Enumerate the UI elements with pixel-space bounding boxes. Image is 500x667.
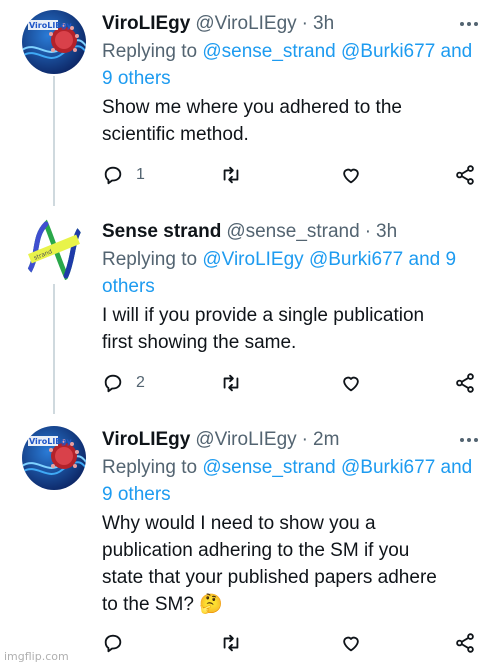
- avatar[interactable]: ViroLIEgy: [22, 426, 86, 490]
- user-handle[interactable]: @sense_strand: [226, 221, 359, 243]
- timestamp[interactable]: 2m: [313, 429, 339, 451]
- avatar-virus-image: ViroLIEgy: [22, 10, 86, 74]
- share-icon: [456, 633, 474, 653]
- reply-count: 1: [136, 166, 145, 183]
- tweet-text: Why would I need to show you a publicati…: [102, 510, 492, 618]
- tweet-header: ViroLIEgy @ViroLIEgy · 3h: [102, 10, 480, 38]
- replying-to-links[interactable]: @sense_strand @Burki677 and: [202, 457, 472, 478]
- retweet-button[interactable]: [220, 372, 242, 394]
- retweet-icon: [223, 166, 239, 184]
- tweet[interactable]: ViroLIEgy ViroLIEgy @ViroLIEgy · 3h Repl…: [0, 10, 500, 190]
- user-handle[interactable]: @ViroLIEgy: [195, 429, 296, 451]
- timestamp[interactable]: 3h: [313, 13, 334, 35]
- like-button[interactable]: [340, 632, 362, 654]
- reply-button[interactable]: 2: [102, 372, 145, 394]
- separator-dot: ·: [301, 13, 308, 34]
- more-options-icon[interactable]: [460, 14, 478, 34]
- tweet[interactable]: ViroLIEgy ViroLIEgy @ViroLIEgy · 2m Repl…: [0, 426, 500, 661]
- user-handle[interactable]: @ViroLIEgy: [195, 13, 296, 35]
- tweet-header: ViroLIEgy @ViroLIEgy · 2m: [102, 426, 480, 454]
- tweet-header: Sense strand @sense_strand · 3h: [102, 218, 480, 246]
- tweet-text-line: to the SM? 🤔: [102, 594, 223, 615]
- replying-to: Replying to @ViroLIEgy @Burki677 and 9 o…: [102, 246, 487, 300]
- watermark: imgflip.com: [4, 650, 69, 663]
- replying-prefix: Replying to: [102, 41, 198, 62]
- reply-button[interactable]: [102, 632, 136, 654]
- tweet-text-line: scientific method.: [102, 124, 249, 145]
- share-button[interactable]: [454, 164, 476, 186]
- separator-dot: ·: [301, 429, 308, 450]
- svg-text:ViroLIEgy: ViroLIEgy: [29, 437, 73, 446]
- tweet-actions: 2: [102, 372, 480, 398]
- replying-prefix: Replying to: [102, 457, 198, 478]
- display-name[interactable]: ViroLIEgy: [102, 13, 190, 35]
- replying-to: Replying to @sense_strand @Burki677 and …: [102, 454, 487, 508]
- replying-to: Replying to @sense_strand @Burki677 and …: [102, 38, 487, 92]
- avatar[interactable]: strand: [22, 218, 86, 282]
- replying-to-others[interactable]: others: [102, 276, 155, 297]
- retweet-icon: [223, 634, 239, 652]
- tweet-text: I will if you provide a single publicati…: [102, 302, 482, 356]
- tweet-text-line: publication adhering to the SM if you: [102, 540, 410, 561]
- tweet[interactable]: strand Sense strand @sense_strand · 3h R…: [0, 218, 500, 398]
- share-button[interactable]: [454, 632, 476, 654]
- heart-icon: [343, 636, 359, 652]
- avatar[interactable]: ViroLIEgy: [22, 10, 86, 74]
- tweet-text-line: I will if you provide a single publicati…: [102, 305, 425, 326]
- share-button[interactable]: [454, 372, 476, 394]
- reply-button[interactable]: 1: [102, 164, 145, 186]
- retweet-icon: [223, 374, 239, 392]
- like-button[interactable]: [340, 372, 362, 394]
- like-button[interactable]: [340, 164, 362, 186]
- replying-prefix: Replying to: [102, 249, 198, 270]
- tweet-text-line: state that your published papers adhere: [102, 567, 437, 588]
- timestamp[interactable]: 3h: [376, 221, 397, 243]
- retweet-button[interactable]: [220, 164, 242, 186]
- avatar-dna-strand-image: strand: [22, 218, 86, 282]
- replying-to-links[interactable]: @sense_strand @Burki677 and: [202, 41, 472, 62]
- heart-icon: [343, 168, 359, 184]
- tweet-actions: 1: [102, 164, 480, 190]
- display-name[interactable]: ViroLIEgy: [102, 429, 190, 451]
- separator-dot: ·: [364, 221, 372, 242]
- reply-icon: [104, 166, 122, 185]
- tweet-text: Show me where you adhered to the scienti…: [102, 94, 482, 148]
- tweet-actions: [102, 632, 480, 658]
- retweet-button[interactable]: [220, 632, 242, 654]
- reply-count: 2: [136, 374, 145, 391]
- replying-to-others[interactable]: 9 others: [102, 68, 171, 89]
- replying-to-links[interactable]: @ViroLIEgy @Burki677 and 9: [202, 249, 456, 270]
- more-options-icon[interactable]: [460, 430, 478, 450]
- tweet-text-line: Show me where you adhered to the: [102, 97, 402, 118]
- display-name[interactable]: Sense strand: [102, 221, 221, 243]
- reply-icon: [104, 374, 122, 393]
- tweet-text-line: first showing the same.: [102, 332, 297, 353]
- tweet-text-line: Why would I need to show you a: [102, 513, 376, 534]
- heart-icon: [343, 376, 359, 392]
- share-icon: [456, 373, 474, 393]
- avatar-virus-image: ViroLIEgy: [22, 426, 86, 490]
- svg-text:ViroLIEgy: ViroLIEgy: [29, 21, 73, 30]
- reply-icon: [104, 634, 122, 653]
- share-icon: [456, 165, 474, 185]
- replying-to-others[interactable]: 9 others: [102, 484, 171, 505]
